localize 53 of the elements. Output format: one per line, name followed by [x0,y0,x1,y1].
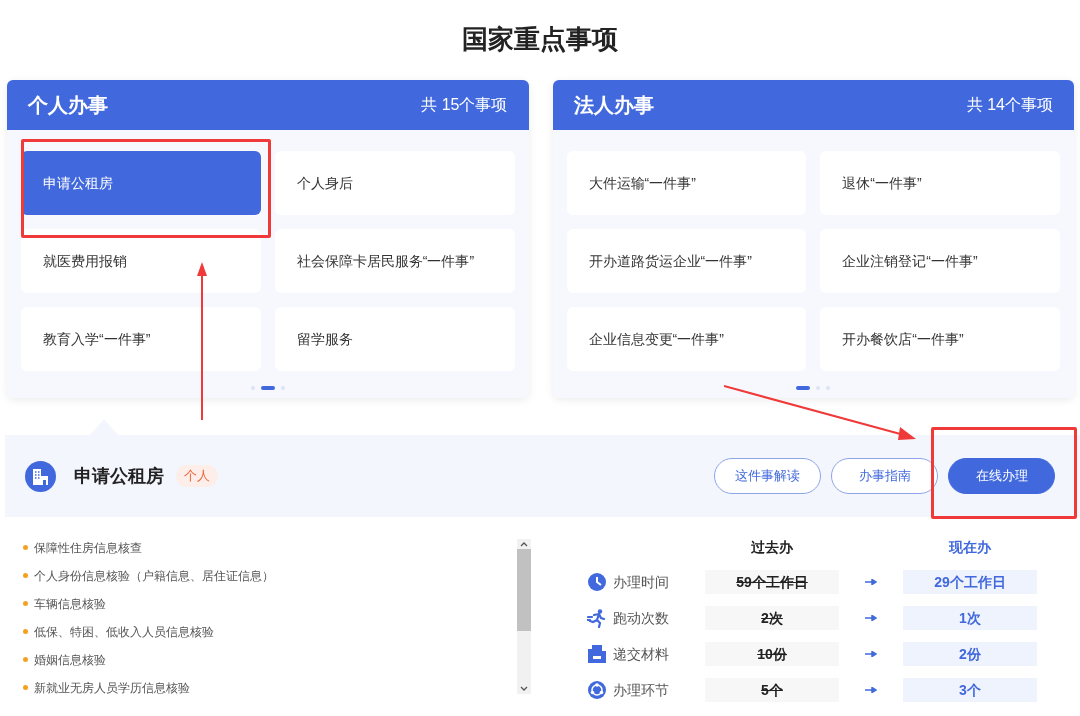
service-item[interactable]: 申请公租房 [21,151,261,215]
item-count: 共 15个事项 [421,95,508,115]
card-title: 法人办事 [573,93,654,118]
service-item[interactable]: 教育入学“一件事” [21,307,261,371]
service-item[interactable]: 大件运输“一件事” [566,151,807,215]
metric-label: 跑动次数 [613,608,669,628]
action-button[interactable]: 在线办理 [948,458,1055,494]
card-title: 个人办事 [28,93,108,118]
service-item[interactable]: 退休“一件事” [820,151,1060,215]
arrow-icon [865,579,877,585]
cycle-icon [587,680,607,700]
action-button[interactable]: 这件事解读 [714,458,821,494]
past-value: 5个 [705,678,839,702]
check-item: 婚姻信息核验 [34,651,106,669]
check-item: 保障性住房信息核查 [34,539,142,557]
arrow-icon [865,615,877,621]
service-item[interactable]: 留学服务 [274,307,515,371]
metric-label: 办理时间 [613,572,669,592]
page-title: 国家重点事项 [462,23,618,56]
detail-title: 申请公租房 [74,464,164,488]
now-value: 29个工作日 [903,570,1037,594]
now-value: 1次 [903,606,1037,630]
check-item: 车辆信息核验 [34,595,106,613]
arrow-icon [865,651,877,657]
action-button[interactable]: 办事指南 [831,458,938,494]
check-item: 新就业无房人员学历信息核验 [34,679,190,697]
scroll-thumb[interactable] [517,549,531,631]
clock-icon [587,572,607,592]
past-value: 2次 [705,606,839,630]
service-item[interactable]: 开办餐饮店“一件事” [820,307,1060,371]
building-icon [25,460,56,492]
check-item: 低保、特困、低收入人员信息核验 [34,623,214,641]
scrollbar[interactable] [517,539,531,694]
folder-icon [587,644,607,664]
running-person-icon [587,608,607,628]
column-heading: 现在办 [947,538,992,557]
service-item[interactable]: 开办道路货运企业“一件事” [566,229,807,293]
category-tag: 个人 [176,465,218,487]
column-heading: 过去办 [750,538,794,557]
service-item[interactable]: 社会保障卡居民服务“一件事” [274,229,515,293]
now-value: 2份 [903,642,1037,666]
past-value: 10份 [705,642,839,666]
service-item[interactable]: 企业信息变更“一件事” [566,307,807,371]
service-item[interactable]: 个人身后 [274,151,515,215]
item-count: 共 14个事项 [966,95,1053,115]
past-value: 59个工作日 [705,570,839,594]
service-item[interactable]: 企业注销登记“一件事” [820,229,1060,293]
metric-label: 办理环节 [613,680,669,700]
check-item: 个人身份信息核验（户籍信息、居住证信息） [34,567,274,585]
service-item[interactable]: 就医费用报销 [21,229,261,293]
now-value: 3个 [903,678,1037,702]
arrow-icon [865,687,877,693]
metric-label: 递交材料 [613,644,669,664]
